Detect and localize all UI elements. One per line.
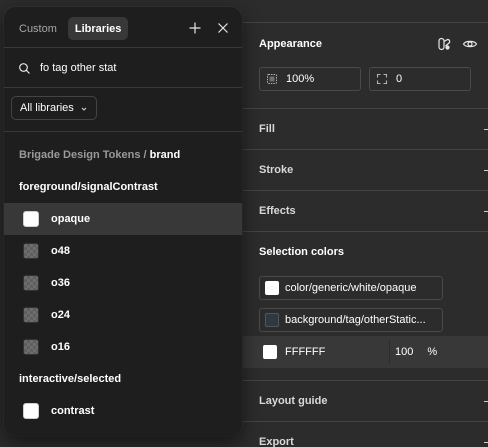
selection-color-label: color/generic/white/opaque	[285, 282, 417, 294]
divider	[243, 149, 488, 150]
search-icon	[18, 62, 31, 75]
corner-radius-icon	[376, 73, 388, 85]
corner-radius-value: 0	[396, 73, 403, 85]
color-style-item[interactable]: o16	[4, 331, 242, 363]
tab-libraries[interactable]: Libraries	[67, 17, 129, 40]
color-swatch	[23, 339, 39, 355]
color-swatch	[23, 307, 39, 323]
popover-tabs: Custom Libraries	[12, 17, 129, 40]
divider	[243, 190, 488, 191]
design-panel: Appearance 100% 0 Fill Stroke Effects Se…	[243, 0, 488, 447]
color-swatch[interactable]	[263, 345, 277, 359]
color-library-popover: Custom Libraries All libraries	[4, 7, 242, 436]
color-swatch	[23, 403, 39, 419]
color-style-label: opaque	[51, 213, 91, 225]
divider	[4, 87, 242, 88]
divider	[243, 108, 488, 109]
divider	[243, 22, 488, 23]
color-style-item[interactable]: opaque	[4, 203, 242, 235]
divider	[389, 340, 390, 364]
variable-mode-icon[interactable]	[436, 36, 452, 52]
color-style-label: contrast	[51, 405, 95, 417]
divider	[243, 380, 488, 381]
color-style-item[interactable]: o36	[4, 267, 242, 299]
selection-colors-heading: Selection colors	[259, 246, 344, 258]
color-swatch	[265, 281, 279, 295]
add-effect-icon[interactable]	[484, 211, 488, 212]
library-filter-dropdown[interactable]: All libraries	[11, 96, 97, 120]
divider	[243, 231, 488, 232]
color-style-label: o36	[51, 277, 70, 289]
effects-heading[interactable]: Effects	[259, 205, 296, 217]
appearance-actions	[436, 36, 478, 52]
selection-color-chip[interactable]: color/generic/white/opaque	[259, 276, 443, 300]
color-style-label: o24	[51, 309, 70, 321]
color-swatch	[23, 243, 39, 259]
group-title: interactive/selected	[19, 373, 122, 385]
appearance-heading: Appearance	[259, 38, 322, 50]
collection-name: brand	[149, 149, 181, 161]
hex-input[interactable]: FFFFFF	[259, 340, 387, 364]
chevron-down-icon	[80, 104, 88, 112]
color-swatch	[23, 211, 39, 227]
color-swatch	[23, 275, 39, 291]
library-path: Brigade Design Tokens / brand	[19, 149, 180, 161]
fill-heading[interactable]: Fill	[259, 123, 275, 135]
hex-opacity-input[interactable]: 100 %	[395, 340, 437, 364]
color-style-item[interactable]: o24	[4, 299, 242, 331]
layout-guide-heading[interactable]: Layout guide	[259, 395, 327, 407]
plus-icon[interactable]	[187, 20, 203, 36]
hex-color-row: FFFFFF 100 %	[243, 336, 488, 368]
divider	[243, 421, 488, 422]
group-title: foreground/signalContrast	[19, 181, 158, 193]
add-fill-icon[interactable]	[484, 129, 488, 130]
add-stroke-icon[interactable]	[484, 170, 488, 171]
color-style-label: o16	[51, 341, 70, 353]
stroke-heading[interactable]: Stroke	[259, 164, 293, 176]
library-name: Brigade Design Tokens	[19, 149, 141, 161]
export-heading[interactable]: Export	[259, 436, 294, 447]
selection-color-label: background/tag/otherStatic...	[285, 314, 426, 326]
add-export-icon[interactable]	[484, 442, 488, 443]
hex-opacity-value: 100	[395, 346, 414, 358]
color-style-item[interactable]: o48	[4, 235, 242, 267]
close-icon[interactable]	[215, 20, 231, 36]
selection-color-chip[interactable]: background/tag/otherStatic...	[259, 308, 443, 332]
divider	[4, 47, 242, 48]
color-swatch	[265, 313, 279, 327]
hex-opacity-unit: %	[427, 346, 438, 358]
hex-value: FFFFFF	[285, 346, 326, 358]
search-input[interactable]	[40, 62, 200, 74]
library-filter-label: All libraries	[20, 102, 74, 114]
color-style-label: o48	[51, 245, 70, 257]
add-layout-guide-icon[interactable]	[484, 401, 488, 402]
eye-icon[interactable]	[462, 36, 478, 52]
color-style-item[interactable]: contrast	[4, 395, 242, 427]
opacity-field[interactable]: 100%	[259, 67, 361, 91]
tab-custom[interactable]: Custom	[12, 17, 64, 40]
divider	[4, 131, 242, 132]
opacity-value: 100%	[286, 73, 315, 85]
corner-radius-field[interactable]: 0	[369, 67, 471, 91]
opacity-icon	[266, 73, 278, 85]
path-separator: /	[143, 149, 147, 161]
search-bar	[18, 58, 200, 78]
